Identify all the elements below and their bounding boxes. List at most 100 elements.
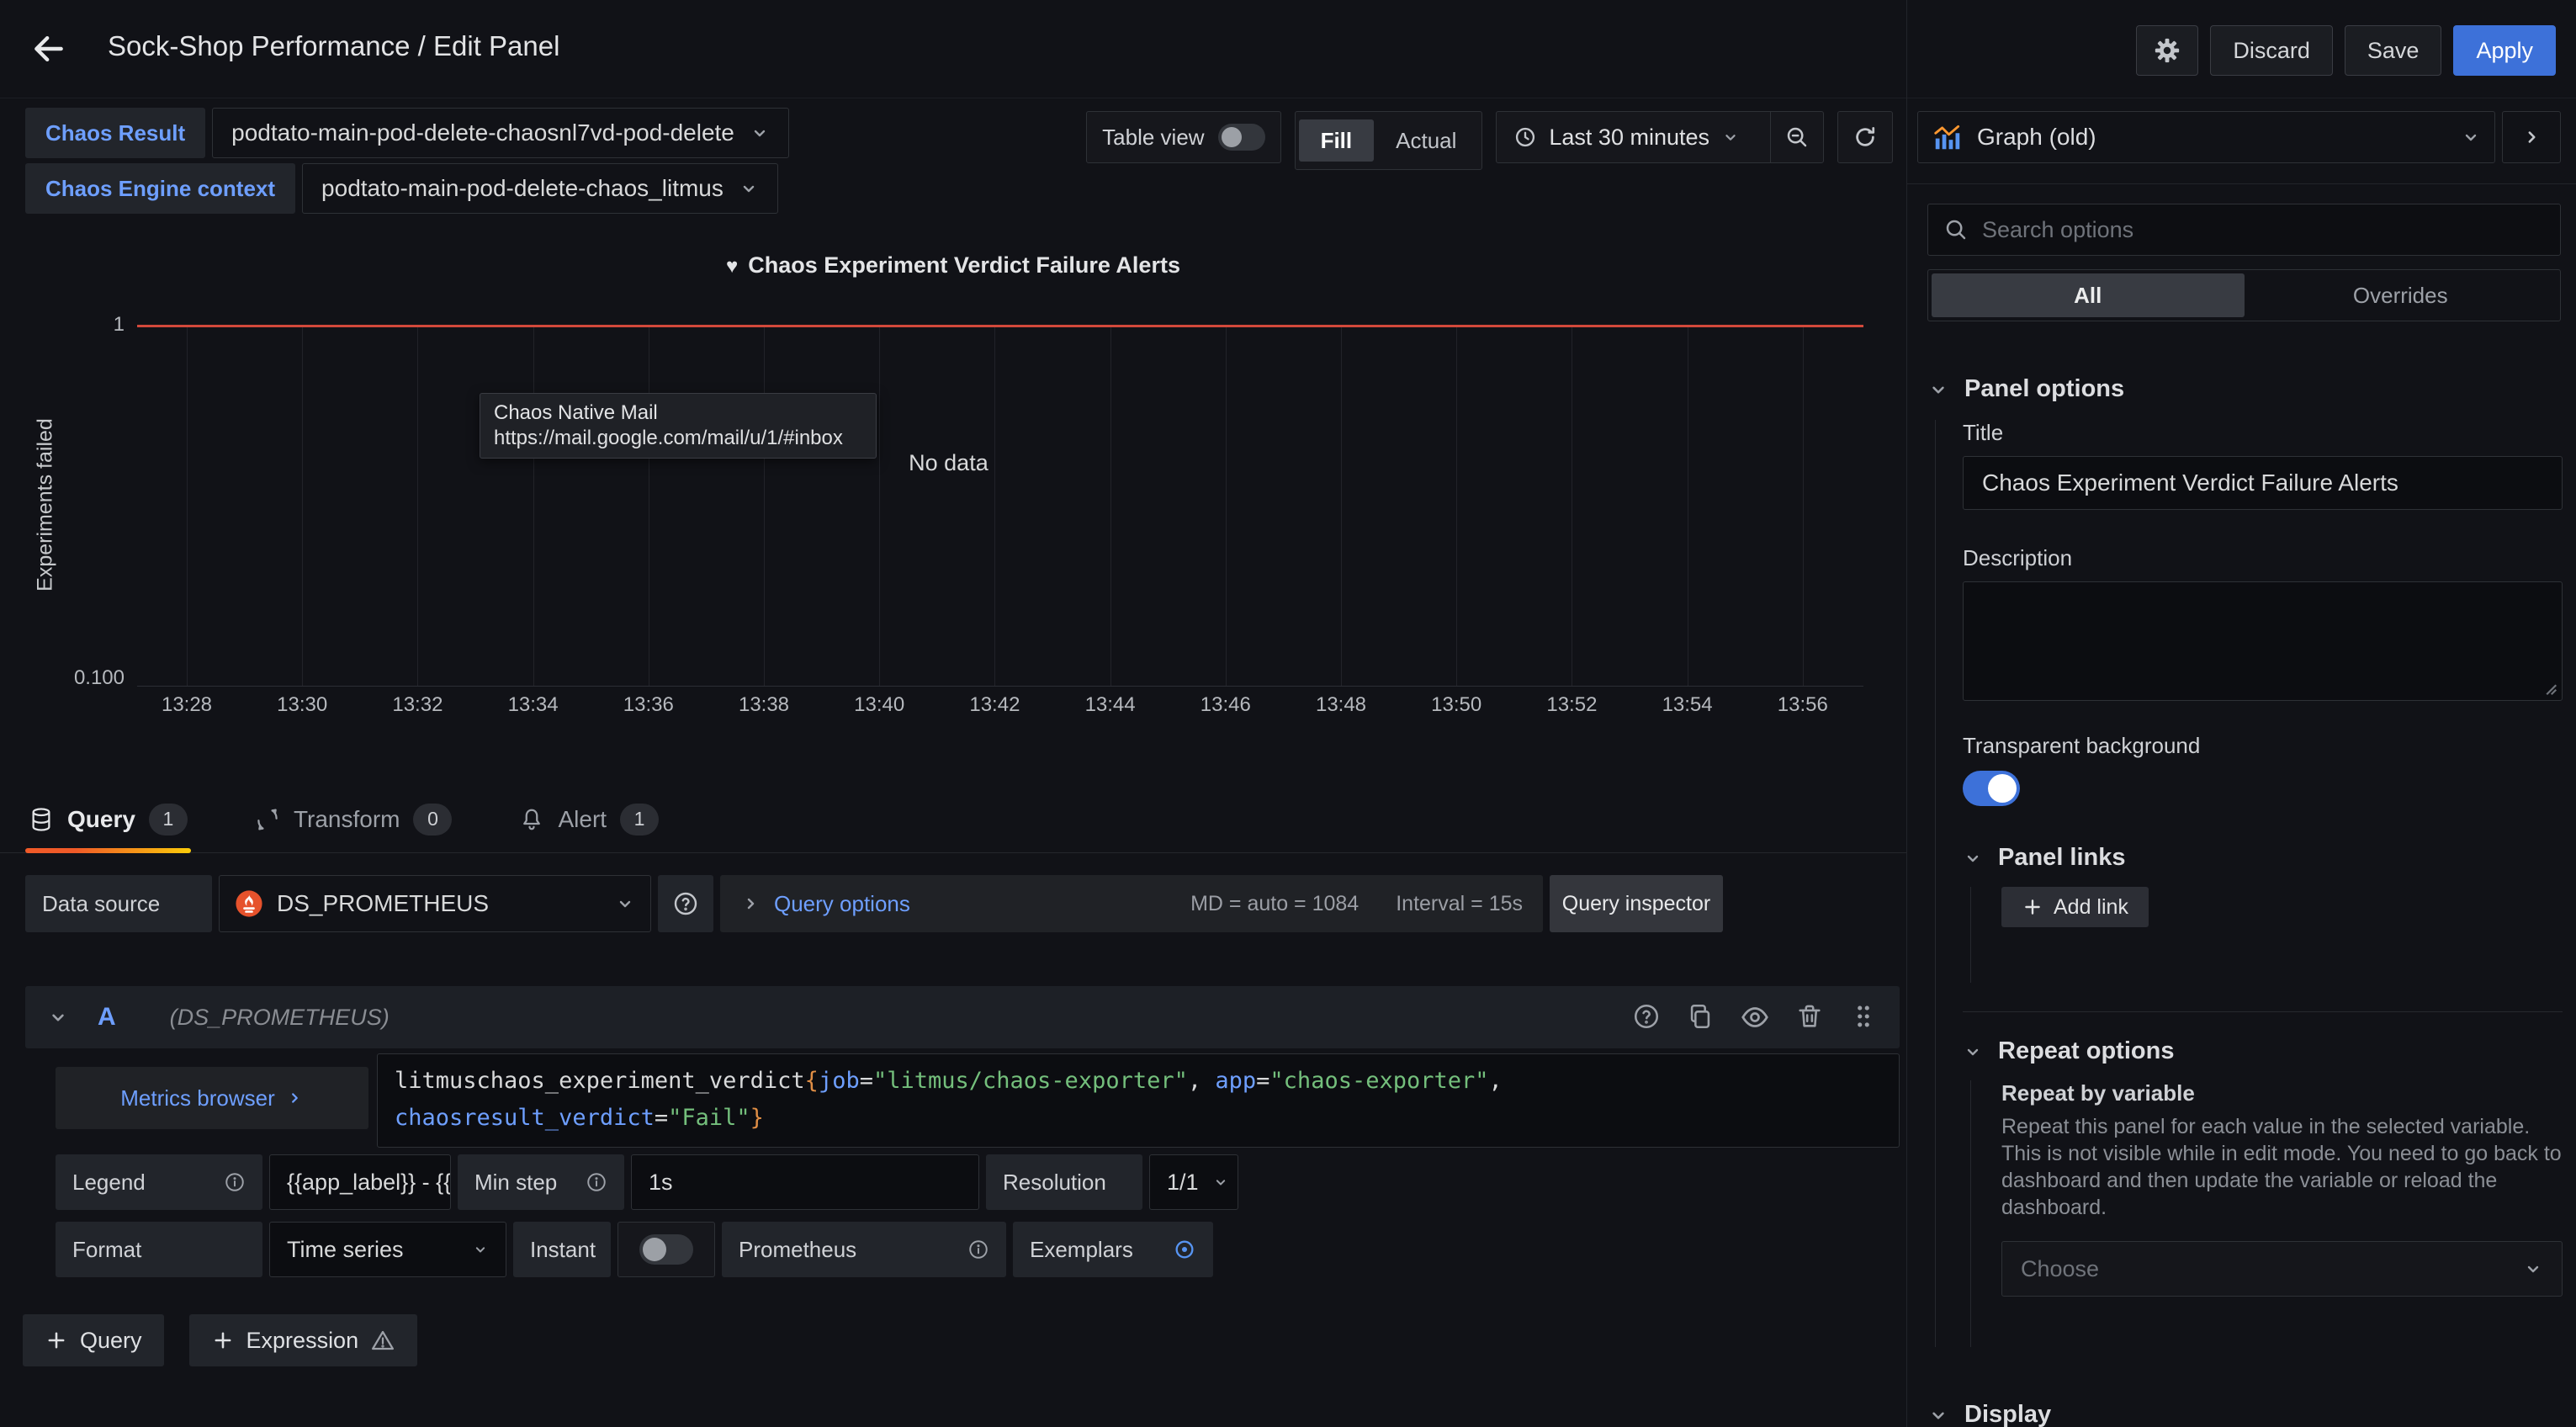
chevron-down-icon bbox=[2523, 1259, 2543, 1279]
variable-value-dropdown[interactable]: podtato-main-pod-delete-chaosnl7vd-pod-d… bbox=[212, 108, 789, 158]
min-step-input[interactable]: 1s bbox=[631, 1154, 979, 1210]
editor-tab-bar: Query 1 Transform 0 Alert 1 bbox=[0, 786, 1906, 853]
panel-link-url[interactable]: https://mail.google.com/mail/u/1/#inbox bbox=[494, 426, 862, 451]
tab-query[interactable]: Query 1 bbox=[25, 786, 191, 853]
max-data-points-text: MD = auto = 1084 bbox=[1190, 892, 1359, 916]
exemplars-field: Exemplars bbox=[1013, 1222, 1213, 1277]
tab-label: Transform bbox=[294, 806, 400, 833]
plot-area[interactable]: No data bbox=[137, 326, 1863, 687]
datasource-help-button[interactable] bbox=[658, 875, 713, 932]
x-tick-label: 13:52 bbox=[1546, 693, 1597, 717]
metrics-browser-label: Metrics browser bbox=[120, 1085, 274, 1111]
display-section-header[interactable]: Display bbox=[1927, 1401, 2563, 1427]
panel-link-popup[interactable]: Chaos Native Mail https://mail.google.co… bbox=[480, 393, 877, 459]
time-range-picker: Last 30 minutes bbox=[1496, 111, 1824, 163]
x-tick-label: 13:44 bbox=[1085, 693, 1136, 717]
format-select[interactable]: Time series bbox=[269, 1222, 506, 1277]
query-options-row-2: Format Time series Instant Prometheus Ex… bbox=[56, 1222, 1213, 1277]
y-axis-label: Experiments failed bbox=[34, 418, 58, 591]
clock-icon bbox=[1513, 125, 1537, 149]
panel-link-title[interactable]: Chaos Native Mail bbox=[494, 401, 862, 426]
gridline bbox=[1110, 326, 1111, 686]
no-data-text: No data bbox=[909, 450, 989, 476]
expr-token: } bbox=[750, 1105, 764, 1131]
chevron-right-icon bbox=[740, 894, 761, 914]
add-link-button[interactable]: Add link bbox=[2001, 887, 2149, 927]
resize-handle-icon[interactable] bbox=[2540, 678, 2558, 697]
panel-header[interactable]: ♥Chaos Experiment Verdict Failure Alerts bbox=[0, 252, 1906, 279]
fill-option[interactable]: Fill bbox=[1299, 119, 1375, 162]
tab-transform[interactable]: Transform 0 bbox=[252, 786, 456, 853]
tab-alert[interactable]: Alert 1 bbox=[516, 786, 662, 853]
visualization-row: Graph (old) bbox=[1917, 111, 2561, 163]
tab-label: Alert bbox=[558, 806, 607, 833]
drag-handle-icon[interactable] bbox=[1849, 1002, 1878, 1032]
eye-icon[interactable] bbox=[1740, 1002, 1770, 1032]
panel-title-text: Chaos Experiment Verdict Failure Alerts bbox=[748, 252, 1180, 278]
toggle-viz-picker-button[interactable] bbox=[2502, 111, 2561, 163]
chevron-right-icon bbox=[285, 1089, 304, 1107]
chevron-down-icon bbox=[1963, 1042, 1983, 1062]
legend-field: Legend bbox=[56, 1154, 262, 1210]
table-view-toggle[interactable] bbox=[1218, 124, 1265, 151]
variable-value-dropdown[interactable]: podtato-main-pod-delete-chaos_litmus bbox=[302, 163, 778, 214]
x-tick-label: 13:50 bbox=[1431, 693, 1481, 717]
repeat-options-section-header[interactable]: Repeat options bbox=[1963, 1037, 2563, 1065]
query-expression[interactable]: litmuschaos_experiment_verdict{job="litm… bbox=[377, 1053, 1900, 1148]
chevron-down-icon bbox=[739, 178, 759, 199]
x-tick-label: 13:34 bbox=[508, 693, 559, 717]
datasource-select[interactable]: DS_PROMETHEUS bbox=[219, 875, 651, 932]
visualization-name: Graph (old) bbox=[1977, 124, 2447, 151]
zoom-out-time-button[interactable] bbox=[1770, 112, 1823, 162]
search-icon bbox=[1943, 217, 1969, 242]
options-search-box[interactable] bbox=[1927, 204, 2561, 256]
variable-label: Chaos Result bbox=[25, 108, 205, 158]
transparent-bg-toggle[interactable] bbox=[1963, 771, 2020, 806]
instant-label: Instant bbox=[513, 1222, 611, 1277]
panel-description-textarea[interactable] bbox=[1963, 581, 2563, 701]
page-title: Sock-Shop Performance / Edit Panel bbox=[108, 30, 559, 62]
help-circle-icon[interactable] bbox=[1632, 1002, 1661, 1032]
filter-overrides-tab[interactable]: Overrides bbox=[2245, 273, 2557, 317]
back-arrow-icon[interactable] bbox=[30, 30, 67, 67]
table-view-control: Table view bbox=[1086, 111, 1280, 163]
trash-icon[interactable] bbox=[1795, 1002, 1824, 1032]
format-value: Time series bbox=[287, 1237, 458, 1263]
refresh-button[interactable] bbox=[1837, 111, 1893, 163]
gridline bbox=[1803, 326, 1804, 686]
panel-title-input[interactable] bbox=[1963, 456, 2563, 510]
query-ref-datasource: (DS_PROMETHEUS) bbox=[170, 1005, 390, 1031]
time-range-text: Last 30 minutes bbox=[1549, 125, 1709, 151]
query-row-header[interactable]: A (DS_PROMETHEUS) bbox=[25, 986, 1900, 1048]
panel-options-section-header[interactable]: Panel options bbox=[1927, 375, 2563, 403]
x-tick-label: 13:46 bbox=[1201, 693, 1251, 717]
panel-links-section-header[interactable]: Panel links bbox=[1963, 844, 2563, 872]
exemplars-bullseye-icon[interactable] bbox=[1173, 1238, 1196, 1261]
expr-token: = bbox=[1256, 1068, 1269, 1094]
add-query-button[interactable]: Query bbox=[23, 1314, 164, 1366]
visualization-select[interactable]: Graph (old) bbox=[1917, 111, 2495, 163]
instant-toggle[interactable] bbox=[639, 1234, 693, 1265]
filter-all-tab[interactable]: All bbox=[1932, 273, 2245, 317]
prometheus-type-label: Prometheus bbox=[739, 1237, 856, 1263]
x-tick-label: 13:36 bbox=[623, 693, 674, 717]
query-options-collapse[interactable]: Query options MD = auto = 1084 Interval … bbox=[720, 875, 1543, 932]
interval-text: Interval = 15s bbox=[1396, 892, 1523, 916]
legend-input[interactable]: {{app_label}} - {{chaos… bbox=[269, 1154, 451, 1210]
resolution-select[interactable]: 1/1 bbox=[1149, 1154, 1238, 1210]
duplicate-icon[interactable] bbox=[1686, 1002, 1715, 1032]
chevron-down-icon bbox=[1927, 379, 1949, 401]
chevron-down-icon[interactable] bbox=[47, 1006, 69, 1028]
query-row-actions bbox=[1632, 1002, 1878, 1032]
query-inspector-button[interactable]: Query inspector bbox=[1550, 875, 1723, 932]
repeat-variable-select[interactable]: Choose bbox=[2001, 1241, 2563, 1297]
options-search-input[interactable] bbox=[1980, 216, 2545, 244]
plus-icon bbox=[211, 1329, 235, 1352]
chevron-down-icon bbox=[1212, 1174, 1229, 1191]
actual-option[interactable]: Actual bbox=[1374, 119, 1478, 162]
magnifier-minus-icon bbox=[1784, 125, 1810, 150]
add-expression-button[interactable]: Expression bbox=[189, 1314, 418, 1366]
plus-icon bbox=[2022, 896, 2043, 918]
metrics-browser-button[interactable]: Metrics browser bbox=[56, 1067, 368, 1129]
time-range-button[interactable]: Last 30 minutes bbox=[1497, 112, 1757, 162]
